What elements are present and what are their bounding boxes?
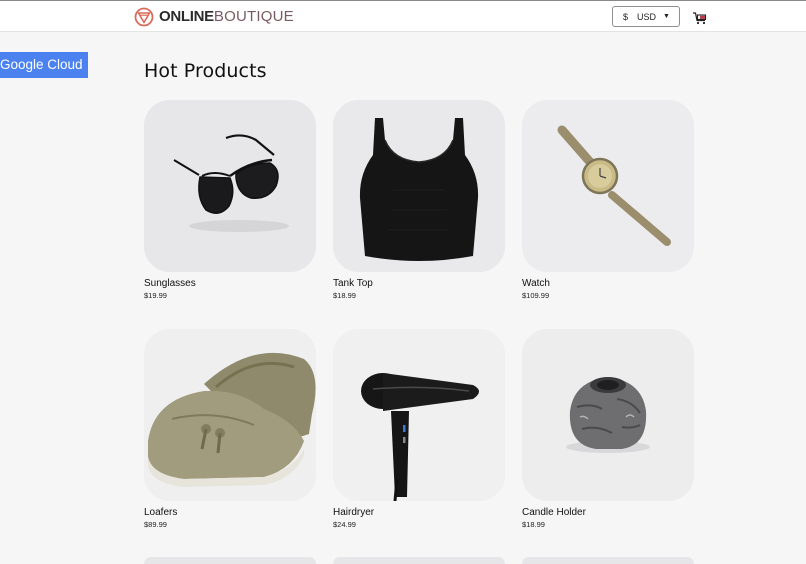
product-image[interactable] bbox=[522, 329, 694, 501]
page-title: Hot Products bbox=[144, 60, 267, 82]
product-card-tank-top[interactable]: Tank Top $18.99 bbox=[333, 100, 505, 301]
product-image-partial[interactable] bbox=[522, 557, 694, 564]
logo-mark-icon bbox=[134, 7, 154, 27]
product-image[interactable] bbox=[144, 329, 316, 501]
product-image[interactable] bbox=[144, 100, 316, 272]
currency-symbol: $ bbox=[623, 12, 629, 22]
product-price: $109.99 bbox=[522, 291, 550, 300]
product-price: $19.99 bbox=[144, 291, 167, 300]
product-name[interactable]: Loafers bbox=[144, 507, 316, 519]
hairdryer-icon bbox=[333, 329, 505, 501]
product-image-partial[interactable] bbox=[144, 557, 316, 564]
product-name[interactable]: Tank Top bbox=[333, 278, 505, 290]
loafers-icon bbox=[144, 329, 316, 501]
product-card-candle-holder[interactable]: Candle Holder $18.99 bbox=[522, 329, 694, 530]
product-price: $24.99 bbox=[333, 520, 356, 529]
sunglasses-icon bbox=[144, 100, 316, 272]
currency-selector[interactable]: $ USD ▼ bbox=[612, 6, 680, 27]
candle-holder-icon bbox=[522, 329, 694, 501]
product-card-hairdryer[interactable]: Hairdryer $24.99 bbox=[333, 329, 505, 530]
product-name[interactable]: Hairdryer bbox=[333, 507, 505, 519]
product-image[interactable] bbox=[333, 329, 505, 501]
top-header: ONLINEBOUTIQUE $ USD ▼ bbox=[0, 0, 806, 32]
online-boutique-logo[interactable]: ONLINEBOUTIQUE bbox=[134, 6, 294, 28]
logo-text-thin: BOUTIQUE bbox=[213, 8, 294, 25]
product-card-loafers[interactable]: Loafers $89.99 bbox=[144, 329, 316, 530]
product-name[interactable]: Sunglasses bbox=[144, 278, 316, 290]
product-name[interactable]: Watch bbox=[522, 278, 694, 290]
product-image[interactable] bbox=[522, 100, 694, 272]
chevron-down-icon: ▼ bbox=[663, 13, 670, 20]
product-card-watch[interactable]: Watch $109.99 bbox=[522, 100, 694, 301]
product-image[interactable] bbox=[333, 100, 505, 272]
tank-top-icon bbox=[333, 100, 505, 272]
currency-code: USD bbox=[637, 12, 657, 22]
logo-text-bold: ONLINE bbox=[159, 8, 214, 25]
google-cloud-badge[interactable]: Google Cloud bbox=[0, 52, 88, 78]
watch-icon bbox=[522, 100, 694, 272]
product-image-partial[interactable] bbox=[333, 557, 505, 564]
product-price: $18.99 bbox=[333, 291, 356, 300]
product-price: $18.99 bbox=[522, 520, 545, 529]
logo-text: ONLINEBOUTIQUE bbox=[159, 6, 294, 28]
product-name[interactable]: Candle Holder bbox=[522, 507, 694, 519]
product-card-sunglasses[interactable]: Sunglasses $19.99 bbox=[144, 100, 316, 301]
cart-icon[interactable] bbox=[692, 10, 708, 25]
product-price: $89.99 bbox=[144, 520, 167, 529]
